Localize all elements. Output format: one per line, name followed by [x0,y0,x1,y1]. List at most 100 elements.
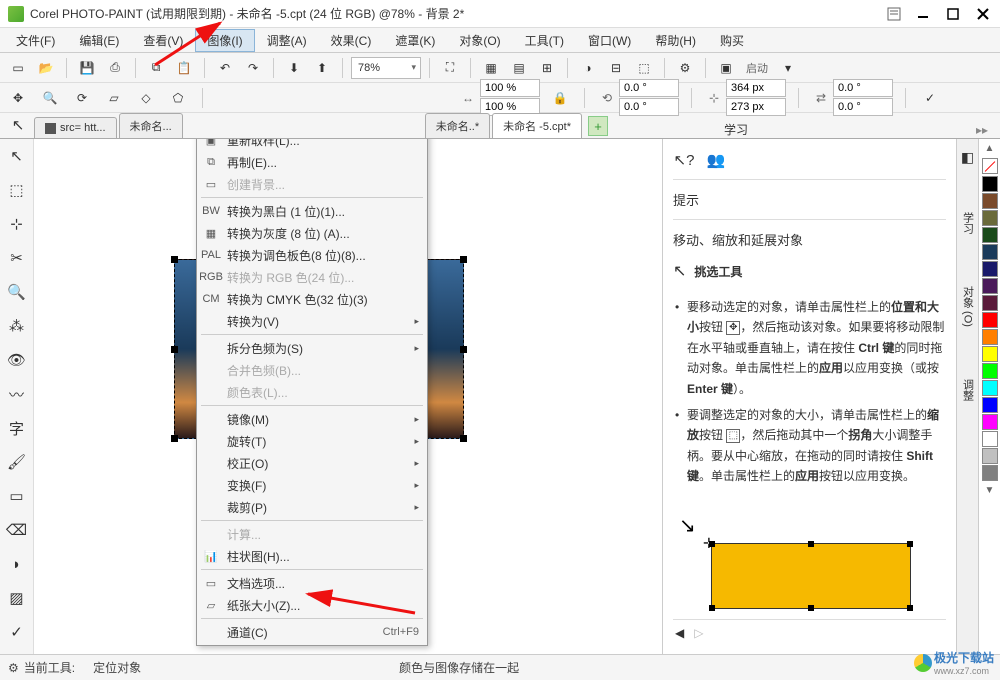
menu-correct[interactable]: 校正(O)▸ [197,452,427,474]
new-icon[interactable]: ▭ [6,56,30,80]
zoom-combo[interactable]: 78% [351,57,421,79]
gear-icon[interactable]: ⚙ [8,661,19,675]
handle-ne[interactable] [460,256,467,263]
menu-tool[interactable]: 工具(T) [513,29,576,52]
redo-icon[interactable]: ↷ [241,56,265,80]
learn-tab-label[interactable]: 学习 [724,121,748,138]
marquee-tool-icon[interactable]: ⬚ [4,177,30,203]
angle1-input[interactable] [619,79,679,97]
docker-cube-icon[interactable]: ◧ [961,149,974,166]
menu-image[interactable]: 图像(I) [195,29,254,52]
swatch-12[interactable] [982,380,998,396]
menu-resample[interactable]: ▣重新取样(L)... [197,139,427,151]
swatch-3[interactable] [982,227,998,243]
menu-doc-options[interactable]: ▭文档选项... [197,572,427,594]
menu-buy[interactable]: 购买 [708,29,756,52]
mask-icon[interactable]: ◑ [576,56,600,80]
menu-rotate[interactable]: 旋转(T)▸ [197,430,427,452]
menu-duplicate[interactable]: ⧉再制(E)... [197,151,427,173]
shadow-tool-icon[interactable]: ◗ [4,551,30,577]
undo-icon[interactable]: ↶ [213,56,237,80]
dropdown-icon[interactable]: ▾ [776,56,800,80]
off1-input[interactable] [833,79,893,97]
vtab-learn[interactable]: 学习 [958,206,978,240]
swatch-17[interactable] [982,465,998,481]
menu-object[interactable]: 对象(O) [447,29,512,52]
lock-ratio-icon[interactable]: 🔒 [548,86,572,110]
menu-channels[interactable]: 通道(C)Ctrl+F9 [197,621,427,643]
invert-icon[interactable]: ⊟ [604,56,628,80]
menu-split-channels[interactable]: 拆分色频为(S)▸ [197,337,427,359]
palette-up-icon[interactable]: ▲ [985,143,995,154]
swatch-2[interactable] [982,210,998,226]
canvas-area[interactable]: ✂剪切图实验室(C)... ⫘接合(I)... ▦智能塑造(S)... ▣重新取… [34,139,662,679]
menu-view[interactable]: 查看(V) [131,29,195,52]
rotate-icon[interactable]: ⟳ [70,86,94,110]
new-tab-button[interactable]: + [588,116,608,136]
fullscreen-icon[interactable]: ⛶ [438,56,462,80]
liquid-tool-icon[interactable]: 〰 [4,381,30,407]
save-icon[interactable]: 💾 [75,56,99,80]
apply-icon[interactable]: ✓ [918,86,942,110]
import-icon[interactable]: ⬇ [282,56,306,80]
swatch-1[interactable] [982,193,998,209]
swatch-16[interactable] [982,448,998,464]
swatch-4[interactable] [982,244,998,260]
transform-tool-icon[interactable]: ⊹ [4,211,30,237]
minimize-button[interactable] [914,5,932,23]
ruler-icon[interactable]: ▦ [479,56,503,80]
tab-3[interactable]: 未命名..* [425,113,490,138]
export-icon[interactable]: ⬆ [310,56,334,80]
open-icon[interactable]: 📂 [34,56,58,80]
palette-down-icon[interactable]: ▼ [985,485,995,496]
paste-icon[interactable]: 📋 [172,56,196,80]
vtab-adjust[interactable]: 调整 [958,373,978,407]
menu-crop[interactable]: 裁剪(P)▸ [197,496,427,518]
transparency-tool-icon[interactable]: ▨ [4,585,30,611]
panel-back-icon[interactable]: ◀ [675,626,684,640]
swatch-10[interactable] [982,346,998,362]
swatch-15[interactable] [982,431,998,447]
tab-1[interactable]: src= htt... [34,117,117,138]
pick-tool-icon[interactable]: ↖ [4,143,30,169]
rect-tool-icon[interactable]: ▭ [4,483,30,509]
close-button[interactable] [974,5,992,23]
height-input[interactable] [726,98,786,116]
maximize-button[interactable] [944,5,962,23]
swatch-none[interactable] [982,158,998,174]
handle-se[interactable] [460,435,467,442]
menu-to-palette[interactable]: PAL转换为调色板色(8 位)(8)... [197,244,427,266]
swatch-8[interactable] [982,312,998,328]
position-icon[interactable]: ✥ [6,86,30,110]
angle2-input[interactable] [619,98,679,116]
copy-icon[interactable]: ⧉ [144,56,168,80]
handle-e[interactable] [460,346,467,353]
skew-icon[interactable]: ▱ [102,86,126,110]
tab-2[interactable]: 未命名... [119,113,183,138]
options-icon[interactable]: ⚙ [673,56,697,80]
swatch-0[interactable] [982,176,998,192]
eyedropper-tool-icon[interactable]: ✓ [4,619,30,645]
tab-4[interactable]: 未命名 -5.cpt* [492,113,582,138]
width-input[interactable] [726,79,786,97]
menu-convert[interactable]: 转换为(V)▸ [197,310,427,332]
handle-sw[interactable] [171,435,178,442]
crop-tool-icon[interactable]: ✂ [4,245,30,271]
print-icon[interactable]: ⎙ [103,56,127,80]
menu-to-gray[interactable]: ▦转换为灰度 (8 位) (A)... [197,222,427,244]
scale-x-input[interactable] [480,79,540,97]
swatch-6[interactable] [982,278,998,294]
menu-help[interactable]: 帮助(H) [643,29,708,52]
off2-input[interactable] [833,98,893,116]
menu-histogram[interactable]: 📊柱状图(H)... [197,545,427,567]
swatch-7[interactable] [982,295,998,311]
swatch-13[interactable] [982,397,998,413]
overflow-icon[interactable] [886,6,902,22]
guide-icon[interactable]: ⊞ [535,56,559,80]
distort-icon[interactable]: ◇ [134,86,158,110]
pick-tool-mini-icon[interactable]: ↖ [4,112,32,138]
zoom-tool-icon[interactable]: 🔍 [38,86,62,110]
eraser-tool-icon[interactable]: ⌫ [4,517,30,543]
menu-window[interactable]: 窗口(W) [576,29,643,52]
clone-tool-icon[interactable]: ⁂ [4,313,30,339]
